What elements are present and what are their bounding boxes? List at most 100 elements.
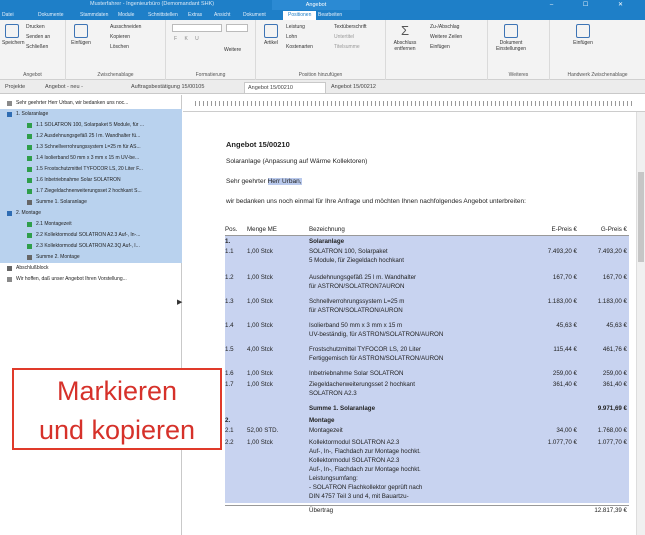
- table-row[interactable]: 2. Montage: [225, 415, 629, 425]
- vertical-scrollbar[interactable]: [636, 112, 645, 535]
- tab-dokumente[interactable]: Dokumente: [38, 11, 64, 20]
- paste-button[interactable]: Einfügen: [70, 24, 92, 46]
- group-abschluss: Σ Abschluss entfernen Zu-/Abschlag Weiter…: [386, 20, 488, 80]
- tree-item[interactable]: 1.5 Frostschutzmittel TYFOCOR LS, 20 Lit…: [0, 164, 182, 175]
- more-format-button[interactable]: Weitere: [224, 47, 241, 53]
- tree-item[interactable]: 1. Solaranlage: [0, 109, 182, 120]
- table-row[interactable]: 1.5 4,00 Stck Frostschutzmittel TYFOCOR LS…: [225, 344, 629, 368]
- tab-positionen[interactable]: Positionen: [283, 11, 317, 20]
- article-button[interactable]: Artikel: [260, 24, 282, 46]
- send-to-button[interactable]: Senden an: [26, 34, 50, 40]
- more-rows-button[interactable]: Weitere Zeilen: [430, 34, 462, 40]
- tab-ansicht[interactable]: Ansicht: [214, 11, 230, 20]
- untertitel-button[interactable]: Untertitel: [334, 34, 354, 40]
- cell-bez: Schnellverrohrungssystem L=25 m: [309, 298, 405, 305]
- leistung-button[interactable]: Leistung: [286, 24, 305, 30]
- cut-button[interactable]: Ausschneiden: [110, 24, 141, 30]
- document-page[interactable]: Angebot 15/00210 Solaranlage (Anpassung …: [205, 112, 635, 535]
- cell-pos: 1.3: [225, 298, 234, 305]
- window-controls[interactable]: – ☐ ✕: [550, 1, 637, 8]
- delete-button[interactable]: Löschen: [110, 44, 129, 50]
- tree-item[interactable]: 1.7 Ziegeldachnerweiterungsset 2 hochkan…: [0, 186, 182, 197]
- tree-item[interactable]: 2.3 Kollektormodul SOLATRON A2.3Q Auf-, …: [0, 241, 182, 252]
- tree-item[interactable]: 2.2 Kollektormodul SOLATRON A2.3 Auf-, I…: [0, 230, 182, 241]
- col-gp: G-Preis €: [600, 226, 627, 233]
- group-label: Weiteres: [508, 72, 529, 78]
- font-style-buttons[interactable]: F K U: [174, 36, 202, 42]
- cell-ep: 7.493,20 €: [547, 248, 577, 255]
- table-row[interactable]: 1.3 1,00 Stck Schnellverrohrungssystem L=2…: [225, 296, 629, 320]
- save-button[interactable]: Speichern: [2, 24, 25, 46]
- cell-bez: Summe 1. Solaranlage: [309, 405, 376, 412]
- tree-item[interactable]: 1.1 SOLATRON 100, Solarpaket 5 Module, f…: [0, 120, 182, 131]
- tab-stammdaten[interactable]: Stammdaten: [80, 11, 108, 20]
- copy-button[interactable]: Kopieren: [110, 34, 130, 40]
- tree-item[interactable]: 2. Montage: [0, 208, 182, 219]
- doc-tab[interactable]: Angebot 15/00212: [328, 82, 408, 93]
- table-row[interactable]: 1.1 1,00 Stck SOLATRON 100, Solarpaket 5 Mo…: [225, 246, 629, 272]
- doc-settings-button[interactable]: Dokument Einstellungen: [494, 24, 528, 52]
- cell-bez: - SOLATRON Flachkollektor geprüft nach: [309, 484, 423, 491]
- lohn-button[interactable]: Lohn: [286, 34, 297, 40]
- tree-item-label: 1.5 Frostschutzmittel TYFOCOR LS, 20 Lit…: [36, 166, 143, 172]
- group-label: Angebot: [23, 72, 42, 78]
- size-select[interactable]: [226, 24, 248, 32]
- cell-ep: 361,40 €: [552, 381, 577, 388]
- textueberschrift-button[interactable]: Textüberschrift: [334, 24, 367, 30]
- cell-menge: 1,00 Stck: [247, 248, 273, 255]
- tree-item-label: Summe 2. Montage: [36, 254, 80, 260]
- tree-item[interactable]: Sehr geehrter Herr Urban, wir bedanken u…: [0, 98, 182, 109]
- cell-pos: 1.: [225, 238, 231, 245]
- cell-gp: 259,00 €: [602, 370, 627, 377]
- handwerk-paste-button[interactable]: Einfügen: [568, 24, 598, 46]
- greeting-name: Herr Urban,: [267, 178, 302, 185]
- doc-tab[interactable]: Angebot - neu -: [42, 82, 126, 93]
- tree-item[interactable]: 2.1 Montagezeit: [0, 219, 182, 230]
- tab-schnittstellen[interactable]: Schnittstellen: [148, 11, 178, 20]
- doc-tab[interactable]: Projekte: [2, 82, 40, 93]
- scroll-thumb[interactable]: [638, 172, 644, 262]
- table-row[interactable]: 2.1 52,00 STD. Montagezeit 34,00 € 1.768,00 …: [225, 425, 629, 437]
- table-row[interactable]: 1.7 1,00 Stck Ziegeldacherweiterungsset 2 …: [225, 379, 629, 403]
- table-row[interactable]: 1. Solaranlage: [225, 236, 629, 246]
- close-doc-button[interactable]: Schließen: [26, 44, 48, 50]
- table-row[interactable]: 1.4 1,00 Stck Isolierband 50 mm x 3 mm x 1…: [225, 320, 629, 344]
- tree-item-label: Summe 1. Solaranlage: [36, 199, 87, 205]
- cell-menge: 1,00 Stck: [247, 322, 273, 329]
- tab-bearbeiten[interactable]: Bearbeiten: [318, 11, 342, 20]
- print-button[interactable]: Drucken: [26, 24, 45, 30]
- cell-pos: 1.4: [225, 322, 234, 329]
- kostenarten-button[interactable]: Kostenarten: [286, 44, 313, 50]
- insert-button[interactable]: Einfügen: [430, 44, 450, 50]
- tree-item[interactable]: Abschlußblock: [0, 263, 182, 274]
- cell-bez: SOLATRON 100, Solarpaket: [309, 248, 388, 255]
- cell-bez: für ASTRON/SOLATRON7AURON: [309, 283, 405, 290]
- cell-gp: 461,76 €: [602, 346, 627, 353]
- tree-item-label: 1.2 Ausdehnungsgefäß 25 l m. Wandhalter …: [36, 133, 141, 139]
- abschluss-remove-button[interactable]: Σ Abschluss entfernen: [390, 24, 420, 52]
- tree-item[interactable]: 1.2 Ausdehnungsgefäß 25 l m. Wandhalter …: [0, 131, 182, 142]
- font-select[interactable]: [172, 24, 222, 32]
- tab-module[interactable]: Module: [118, 11, 134, 20]
- table-row[interactable]: 2.2 1,00 Stck Kollektormodul SOLATRON A2.3…: [225, 437, 629, 503]
- cell-menge: 1,00 Stck: [247, 298, 273, 305]
- zuabschlag-button[interactable]: Zu-/Abschlag: [430, 24, 459, 30]
- col-ep: E-Preis €: [551, 226, 577, 233]
- table-row[interactable]: 1.2 1,00 Stck Ausdehnungsgefäß 25 l m. Wan…: [225, 272, 629, 296]
- titelsumme-button[interactable]: Titelsumme: [334, 44, 360, 50]
- tab-datei[interactable]: Datei: [2, 11, 14, 20]
- doc-tab[interactable]: Auftragsbestätigung 15/00105: [128, 82, 242, 93]
- tree-item[interactable]: Summe 1. Solaranlage: [0, 197, 182, 208]
- table-row[interactable]: Summe 1. Solaranlage 9.971,69 €: [225, 403, 629, 415]
- tree-item[interactable]: Wir hoffen, daß unser Angebot Ihren Vors…: [0, 274, 182, 285]
- tab-dokument[interactable]: Dokument: [243, 11, 266, 20]
- table-row[interactable]: 1.6 1,00 Stck Inbetriebnahme Solar SOLATRO…: [225, 368, 629, 379]
- tree-item[interactable]: 1.6 Inbetriebnahme Solar SOLATRON: [0, 175, 182, 186]
- tab-extras[interactable]: Extras: [188, 11, 202, 20]
- tree-item[interactable]: Summe 2. Montage: [0, 252, 182, 263]
- doc-tab[interactable]: Angebot 15/00210: [244, 82, 326, 93]
- group-positions: Artikel Leistung Lohn Kostenarten Textüb…: [256, 20, 386, 80]
- tree-item[interactable]: 1.4 Isolierband 50 mm x 3 mm x 15 m UV-b…: [0, 153, 182, 164]
- article-icon: [27, 156, 32, 161]
- tree-item[interactable]: 1.3 Schnellverrohrungssystem L=25 m für …: [0, 142, 182, 153]
